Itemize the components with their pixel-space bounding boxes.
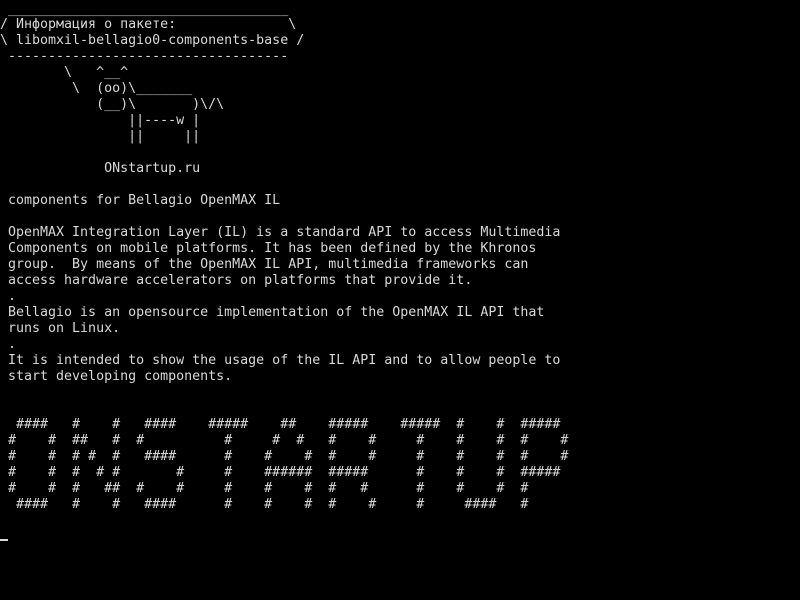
banner-art-line: # # # # # #### # # # # # # # # # # [0, 449, 569, 464]
package-summary: components for Bellagio OpenMAX IL [0, 193, 281, 208]
speech-bubble-title-line: / Информация о пакете: \ [0, 17, 297, 32]
cow-art-line: \ ^__^ [0, 65, 129, 80]
cow-art-line: (__)\ )\/\ [0, 97, 225, 112]
banner-art-line: # # ## # # # # # # # # # # # # [0, 433, 569, 448]
description-line: group. By means of the OpenMAX IL API, m… [0, 257, 529, 272]
terminal-screen[interactable]: ___________________________________ / Ин… [0, 0, 800, 600]
description-line: Components on mobile platforms. It has b… [0, 241, 537, 256]
description-line: OpenMAX Integration Layer (IL) is a stan… [0, 225, 561, 240]
description-separator: . [0, 289, 17, 304]
cow-art-line: || || [0, 129, 201, 144]
banner-art-line: #### # # #### ##### ## ##### ##### # # #… [0, 417, 561, 432]
description-line: start developing components. [0, 369, 233, 384]
description-line: Bellagio is an opensource implementation… [0, 305, 545, 320]
description-line: It is intended to show the usage of the … [0, 353, 561, 368]
text-cursor [0, 539, 8, 541]
cow-art-line: \ (oo)\_______ [0, 81, 193, 96]
site-credit: ONstartup.ru [0, 161, 201, 176]
description-separator: . [0, 337, 17, 352]
description-line: runs on Linux. [0, 321, 121, 336]
description-line: access hardware accelerators on platform… [0, 273, 473, 288]
banner-art-line: # # # # # # # ###### ##### # # # ##### [0, 465, 561, 480]
cow-art-line: ||----w | [0, 113, 201, 128]
speech-bubble-package-line: \ libomxil-bellagio0-components-base / [0, 33, 305, 48]
banner-art-line: # # # ## # # # # # # # # # # # [0, 481, 529, 496]
speech-bubble-top-border: ___________________________________ [0, 2, 289, 17]
banner-art-line: #### # # #### # # # # # # #### # [0, 497, 529, 512]
speech-bubble-bottom-border: ----------------------------------- [0, 49, 289, 64]
